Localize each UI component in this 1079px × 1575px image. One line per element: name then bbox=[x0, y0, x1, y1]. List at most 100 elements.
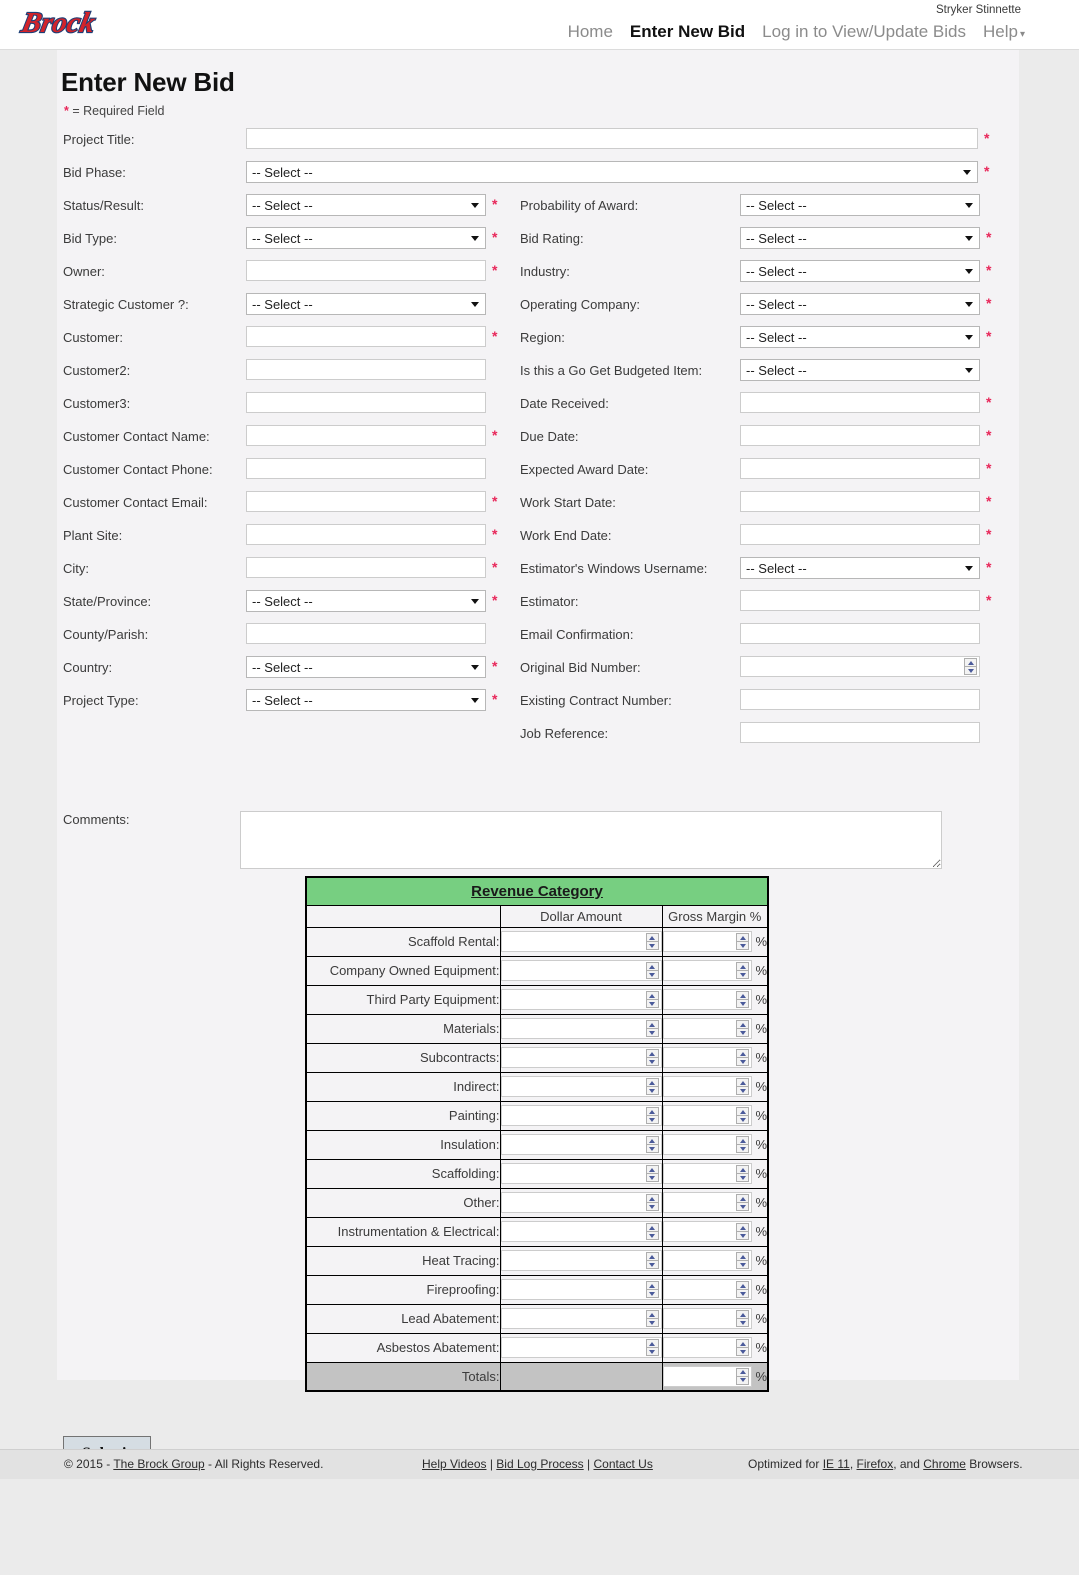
project-title-input[interactable] bbox=[246, 128, 978, 149]
spinner-down-icon[interactable] bbox=[736, 1057, 750, 1066]
spinner-down-icon[interactable] bbox=[645, 1115, 659, 1124]
original-bid-number-input[interactable] bbox=[740, 656, 980, 677]
heat-tracing-amount-input[interactable] bbox=[500, 1250, 662, 1271]
spinner-up-icon[interactable] bbox=[645, 991, 659, 999]
spinner-down-icon[interactable] bbox=[736, 1375, 750, 1385]
region-select[interactable]: -- Select -- bbox=[740, 326, 980, 348]
instrumentation-electrical-amount-input[interactable] bbox=[500, 1221, 662, 1242]
spinner-up-icon[interactable] bbox=[645, 1049, 659, 1057]
spinner-up-icon[interactable] bbox=[736, 933, 750, 941]
bid-rating-select[interactable]: -- Select -- bbox=[740, 227, 980, 249]
spinner-down-icon[interactable] bbox=[645, 1347, 659, 1356]
customer-contact-phone-input[interactable] bbox=[246, 458, 486, 479]
spinner-up-icon[interactable] bbox=[736, 1107, 750, 1115]
spinner-down-icon[interactable] bbox=[736, 1202, 750, 1211]
spinner-down-icon[interactable] bbox=[736, 1347, 750, 1356]
spinner-up-icon[interactable] bbox=[645, 1281, 659, 1289]
spinner-up-icon[interactable] bbox=[645, 1223, 659, 1231]
customer-contact-email-input[interactable] bbox=[246, 491, 486, 512]
spinner-down-icon[interactable] bbox=[736, 970, 750, 979]
spinner-down-icon[interactable] bbox=[645, 1144, 659, 1153]
spinner-arrows-icon[interactable] bbox=[736, 1020, 750, 1037]
spinner-arrows-icon[interactable] bbox=[645, 933, 659, 950]
existing-contract-number-input[interactable] bbox=[740, 689, 980, 710]
country-select[interactable]: -- Select -- bbox=[246, 656, 486, 678]
spinner-up-icon[interactable] bbox=[645, 962, 659, 970]
spinner-arrows-icon[interactable] bbox=[736, 1049, 750, 1066]
spinner-down-icon[interactable] bbox=[645, 1086, 659, 1095]
spinner-up-icon[interactable] bbox=[736, 1049, 750, 1057]
footer-browser-ie11[interactable]: IE 11 bbox=[823, 1457, 850, 1471]
indirect-amount-input[interactable] bbox=[500, 1076, 662, 1097]
spinner-arrows-icon[interactable] bbox=[645, 991, 659, 1008]
bid-type-select[interactable]: -- Select -- bbox=[246, 227, 486, 249]
spinner-up-icon[interactable] bbox=[645, 1339, 659, 1347]
spinner-up-icon[interactable] bbox=[645, 1078, 659, 1086]
spinner-arrows-icon[interactable] bbox=[645, 1310, 659, 1327]
due-date-input[interactable] bbox=[740, 425, 980, 446]
spinner-arrows-icon[interactable] bbox=[645, 1107, 659, 1124]
spinner-arrows-icon[interactable] bbox=[645, 1339, 659, 1356]
spinner-down-icon[interactable] bbox=[645, 1289, 659, 1298]
spinner-down-icon[interactable] bbox=[645, 1173, 659, 1182]
spinner-arrows-icon[interactable] bbox=[736, 1223, 750, 1240]
estimator-s-windows-username-select[interactable]: -- Select -- bbox=[740, 557, 980, 579]
fireproofing-amount-input[interactable] bbox=[500, 1279, 662, 1300]
spinner-down-icon[interactable] bbox=[736, 1318, 750, 1327]
spinner-arrows-icon[interactable] bbox=[736, 1367, 750, 1385]
footer-browser-chrome[interactable]: Chrome bbox=[923, 1457, 966, 1471]
spinner-arrows-icon[interactable] bbox=[736, 1339, 750, 1356]
nav-item-help[interactable]: Help ▾ bbox=[983, 22, 1025, 42]
spinner-arrows-icon[interactable] bbox=[736, 1310, 750, 1327]
subcontracts-amount-input[interactable] bbox=[500, 1047, 662, 1068]
spinner-up-icon[interactable] bbox=[645, 1107, 659, 1115]
spinner-down-icon[interactable] bbox=[964, 666, 977, 675]
spinner-up-icon[interactable] bbox=[964, 658, 977, 666]
industry-select[interactable]: -- Select -- bbox=[740, 260, 980, 282]
other-amount-input[interactable] bbox=[500, 1192, 662, 1213]
customer2-input[interactable] bbox=[246, 359, 486, 380]
spinner-down-icon[interactable] bbox=[645, 1318, 659, 1327]
footer-link-bid-log-process[interactable]: Bid Log Process bbox=[496, 1457, 583, 1471]
spinner-down-icon[interactable] bbox=[645, 999, 659, 1008]
spinner-up-icon[interactable] bbox=[645, 1252, 659, 1260]
scaffold-rental-amount-input[interactable] bbox=[500, 931, 662, 952]
spinner-arrows-icon[interactable] bbox=[736, 991, 750, 1008]
spinner-up-icon[interactable] bbox=[736, 1194, 750, 1202]
expected-award-date-input[interactable] bbox=[740, 458, 980, 479]
bid-phase-select[interactable]: -- Select -- bbox=[246, 161, 978, 183]
operating-company-select[interactable]: -- Select -- bbox=[740, 293, 980, 315]
spinner-arrows-icon[interactable] bbox=[736, 1165, 750, 1182]
spinner-up-icon[interactable] bbox=[736, 962, 750, 970]
plant-site-input[interactable] bbox=[246, 524, 486, 545]
footer-browser-firefox[interactable]: Firefox bbox=[857, 1457, 894, 1471]
spinner-up-icon[interactable] bbox=[736, 1281, 750, 1289]
customer-contact-name-input[interactable] bbox=[246, 425, 486, 446]
spinner-up-icon[interactable] bbox=[736, 1165, 750, 1173]
spinner-up-icon[interactable] bbox=[736, 1020, 750, 1028]
painting-amount-input[interactable] bbox=[500, 1105, 662, 1126]
footer-link-help-videos[interactable]: Help Videos bbox=[422, 1457, 487, 1471]
spinner-up-icon[interactable] bbox=[736, 1252, 750, 1260]
spinner-down-icon[interactable] bbox=[736, 1260, 750, 1269]
spinner-arrows-icon[interactable] bbox=[645, 1223, 659, 1240]
spinner-arrows-icon[interactable] bbox=[736, 1252, 750, 1269]
spinner-arrows-icon[interactable] bbox=[736, 1107, 750, 1124]
nav-item-home[interactable]: Home bbox=[568, 22, 613, 42]
spinner-arrows-icon[interactable] bbox=[736, 962, 750, 979]
spinner-down-icon[interactable] bbox=[736, 999, 750, 1008]
scaffolding-amount-input[interactable] bbox=[500, 1163, 662, 1184]
spinner-up-icon[interactable] bbox=[736, 991, 750, 999]
nav-item-enter-new-bid[interactable]: Enter New Bid bbox=[630, 22, 745, 42]
spinner-up-icon[interactable] bbox=[736, 1078, 750, 1086]
county-parish-input[interactable] bbox=[246, 623, 486, 644]
spinner-down-icon[interactable] bbox=[736, 1231, 750, 1240]
spinner-arrows-icon[interactable] bbox=[645, 1049, 659, 1066]
spinner-up-icon[interactable] bbox=[645, 933, 659, 941]
spinner-up-icon[interactable] bbox=[645, 1310, 659, 1318]
spinner-up-icon[interactable] bbox=[645, 1194, 659, 1202]
work-start-date-input[interactable] bbox=[740, 491, 980, 512]
work-end-date-input[interactable] bbox=[740, 524, 980, 545]
footer-company-link[interactable]: The Brock Group bbox=[113, 1457, 204, 1471]
spinner-arrows-icon[interactable] bbox=[645, 1020, 659, 1037]
